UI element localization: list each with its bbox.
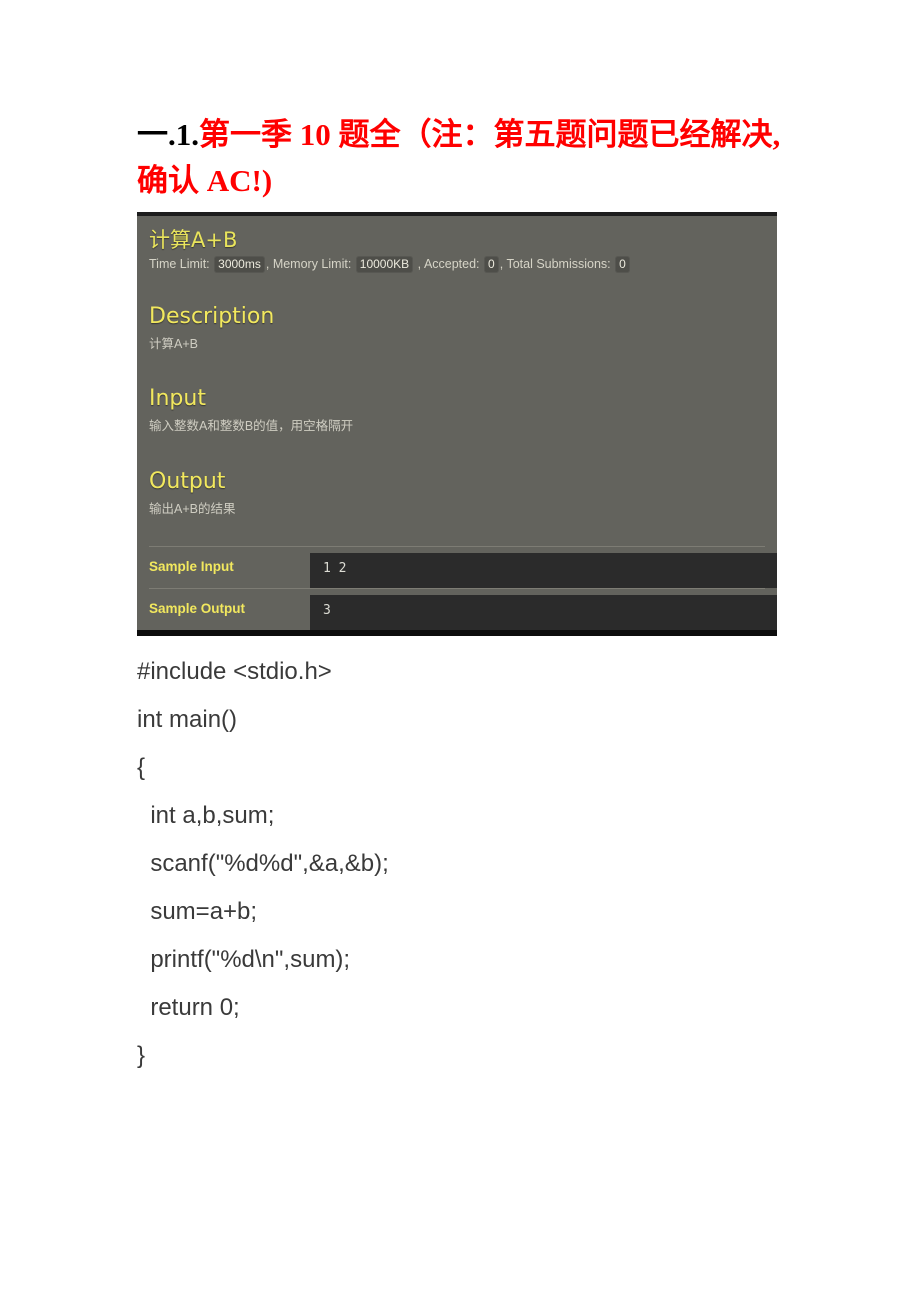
meta-comma-2: , [417, 257, 422, 271]
panel-bottom-bar [137, 630, 777, 636]
sample-output-value: 3 [310, 595, 777, 630]
section-description-heading: Description [149, 304, 275, 329]
total-submissions-value: 0 [615, 256, 630, 273]
time-limit-label: Time Limit: [149, 257, 210, 271]
sample-area: Sample Input 1 2 Sample Output 3 [137, 546, 777, 630]
code-line: } [137, 1042, 146, 1069]
sample-output-label: Sample Output [149, 601, 246, 616]
sample-output-row: Sample Output 3 [137, 588, 777, 630]
row-divider [149, 588, 765, 589]
page-title: 一.1.第一季 10 题全（注：第五题问题已经解决,确认 AC!) [137, 112, 797, 204]
code-line: printf("%d\n",sum); [137, 946, 351, 973]
section-input-body: 输入整数A和整数B的值，用空格隔开 [149, 419, 354, 433]
oj-panel-content: 计算A+B Time Limit: 3000ms, Memory Limit: … [137, 216, 777, 630]
sample-input-value: 1 2 [310, 553, 777, 588]
sample-input-label: Sample Input [149, 559, 234, 574]
section-output: Output 输出A+B的结果 [149, 469, 749, 518]
section-output-body: 输出A+B的结果 [149, 502, 236, 516]
code-line: scanf("%d%d",&a,&b); [137, 850, 389, 877]
total-submissions-label: Total Submissions: [506, 257, 611, 271]
code-line: { [137, 754, 146, 781]
memory-limit-value: 10000KB [355, 256, 414, 273]
row-divider [149, 546, 765, 547]
oj-problem-screenshot: 计算A+B Time Limit: 3000ms, Memory Limit: … [137, 212, 777, 636]
heading-text: 第一季 10 题全（注：第五题问题已经解决,确认 AC!) [137, 117, 781, 198]
memory-limit-label: Memory Limit: [272, 257, 352, 271]
code-line: sum=a+b; [137, 898, 258, 925]
document-page: 一.1.第一季 10 题全（注：第五题问题已经解决,确认 AC!) 计算A+B … [0, 0, 920, 1302]
sample-input-row: Sample Input 1 2 [137, 546, 777, 588]
code-listing: #include <stdio.h> int main() { int a,b,su… [137, 648, 837, 1080]
heading-number: 一.1. [137, 117, 199, 152]
meta-comma-3: , [499, 257, 504, 271]
section-description-body: 计算A+B [149, 337, 198, 351]
section-output-heading: Output [149, 469, 226, 494]
code-line: return 0; [137, 994, 240, 1021]
problem-meta-line: Time Limit: 3000ms, Memory Limit: 10000K… [149, 256, 631, 273]
accepted-value: 0 [484, 256, 499, 273]
problem-title: 计算A+B [149, 228, 238, 252]
time-limit-value: 3000ms [214, 256, 265, 273]
section-input: Input 输入整数A和整数B的值，用空格隔开 [149, 386, 749, 435]
code-line: int main() [137, 706, 238, 733]
accepted-label: Accepted: [423, 257, 480, 271]
code-line: #include <stdio.h> [137, 658, 332, 685]
code-line: int a,b,sum; [137, 802, 275, 829]
section-input-heading: Input [149, 386, 206, 411]
meta-comma-1: , [265, 257, 270, 271]
section-description: Description 计算A+B [149, 304, 749, 353]
